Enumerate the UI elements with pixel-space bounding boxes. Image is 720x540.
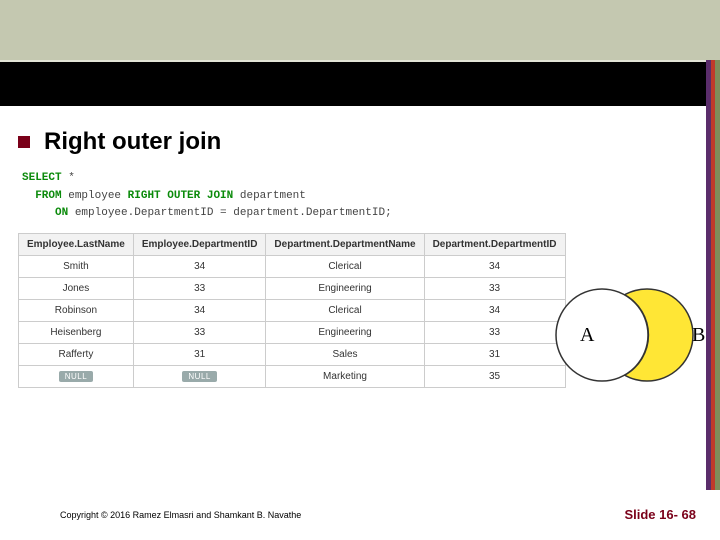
table-row: NULL NULL Marketing35 — [19, 365, 566, 387]
table-cell: Engineering — [266, 321, 424, 343]
table-cell: NULL — [133, 365, 266, 387]
black-band — [0, 60, 720, 106]
table-cell: 31 — [424, 343, 565, 365]
table-cell: Engineering — [266, 277, 424, 299]
table-cell: 31 — [133, 343, 266, 365]
table-cell: 35 — [424, 365, 565, 387]
copyright-text: Copyright © 2016 Ramez Elmasri and Shamk… — [60, 510, 301, 520]
table-header-cell: Employee.DepartmentID — [133, 233, 266, 255]
table-row: Jones33Engineering33 — [19, 277, 566, 299]
sql-select-kw: SELECT — [22, 172, 62, 184]
venn-diagram: A B — [552, 280, 712, 390]
slide-title: Right outer join — [44, 128, 221, 156]
table-cell: 33 — [424, 277, 565, 299]
table-cell: 34 — [424, 255, 565, 277]
table-cell: 34 — [133, 255, 266, 277]
table-cell: Smith — [19, 255, 134, 277]
sql-on-kw: ON — [55, 207, 68, 219]
title-row: Right outer join — [18, 128, 698, 156]
result-table: Employee.LastNameEmployee.DepartmentIDDe… — [18, 233, 566, 388]
table-header-cell: Department.DepartmentID — [424, 233, 565, 255]
bullet-square-icon — [18, 136, 30, 148]
table-cell: Sales — [266, 343, 424, 365]
table-cell: Heisenberg — [19, 321, 134, 343]
table-header-cell: Department.DepartmentName — [266, 233, 424, 255]
top-beige-band — [0, 0, 720, 60]
sql-join-kw: RIGHT OUTER JOIN — [128, 190, 234, 202]
table-cell: 33 — [133, 321, 266, 343]
null-pill: NULL — [182, 371, 216, 382]
right-color-stripes — [706, 60, 720, 490]
venn-svg: A B — [552, 280, 712, 390]
slide-number: Slide 16- 68 — [624, 507, 696, 522]
table-cell: Rafferty — [19, 343, 134, 365]
table-cell: Marketing — [266, 365, 424, 387]
table-header-cell: Employee.LastName — [19, 233, 134, 255]
table-cell: 33 — [133, 277, 266, 299]
sql-from-tbl: employee — [68, 190, 121, 202]
table-cell: Clerical — [266, 299, 424, 321]
table-row: Smith34Clerical34 — [19, 255, 566, 277]
table-body: Smith34Clerical34Jones33Engineering33Rob… — [19, 255, 566, 387]
sql-join-tbl: department — [240, 190, 306, 202]
table-cell: 33 — [424, 321, 565, 343]
null-pill: NULL — [59, 371, 93, 382]
venn-label-b: B — [692, 324, 705, 346]
table-cell: Robinson — [19, 299, 134, 321]
sql-select-cols: * — [68, 172, 75, 184]
table-cell: 34 — [133, 299, 266, 321]
table-row: Heisenberg33Engineering33 — [19, 321, 566, 343]
sql-from-kw: FROM — [35, 190, 61, 202]
table-header-row: Employee.LastNameEmployee.DepartmentIDDe… — [19, 233, 566, 255]
sql-on-expr: employee.DepartmentID = department.Depar… — [75, 207, 392, 219]
table-cell: NULL — [19, 365, 134, 387]
venn-label-a: A — [580, 324, 595, 346]
table-cell: Clerical — [266, 255, 424, 277]
table-row: Rafferty31Sales31 — [19, 343, 566, 365]
table-cell: 34 — [424, 299, 565, 321]
sql-code-block: SELECT * FROM employee RIGHT OUTER JOIN … — [22, 170, 698, 223]
table-row: Robinson34Clerical34 — [19, 299, 566, 321]
table-cell: Jones — [19, 277, 134, 299]
